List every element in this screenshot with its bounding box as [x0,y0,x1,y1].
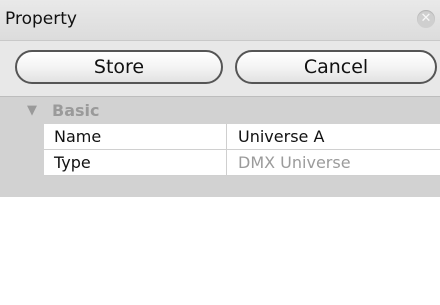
group-label: Basic [52,101,100,120]
disclosure-triangle-icon[interactable]: ▼ [27,103,37,118]
property-row-name[interactable]: Name Universe A [44,124,440,150]
group-row-basic[interactable]: ▼ Basic [0,97,440,124]
panel-title: Property [5,9,77,29]
property-key: Type [44,150,227,175]
close-icon[interactable]: ✕ [417,10,435,28]
property-key: Name [44,124,227,149]
property-value-type: DMX Universe [238,153,351,172]
property-grid: ▼ Basic Name Universe A Type DMX Univers… [0,97,440,197]
panel-titlebar: Property ✕ [0,0,440,41]
property-value-name[interactable]: Universe A [228,124,440,149]
button-bar: Store Cancel [0,41,440,97]
cancel-button[interactable]: Cancel [235,50,437,84]
empty-panel-area [0,197,440,305]
property-row-type[interactable]: Type DMX Universe [44,150,440,176]
store-button[interactable]: Store [15,50,223,84]
